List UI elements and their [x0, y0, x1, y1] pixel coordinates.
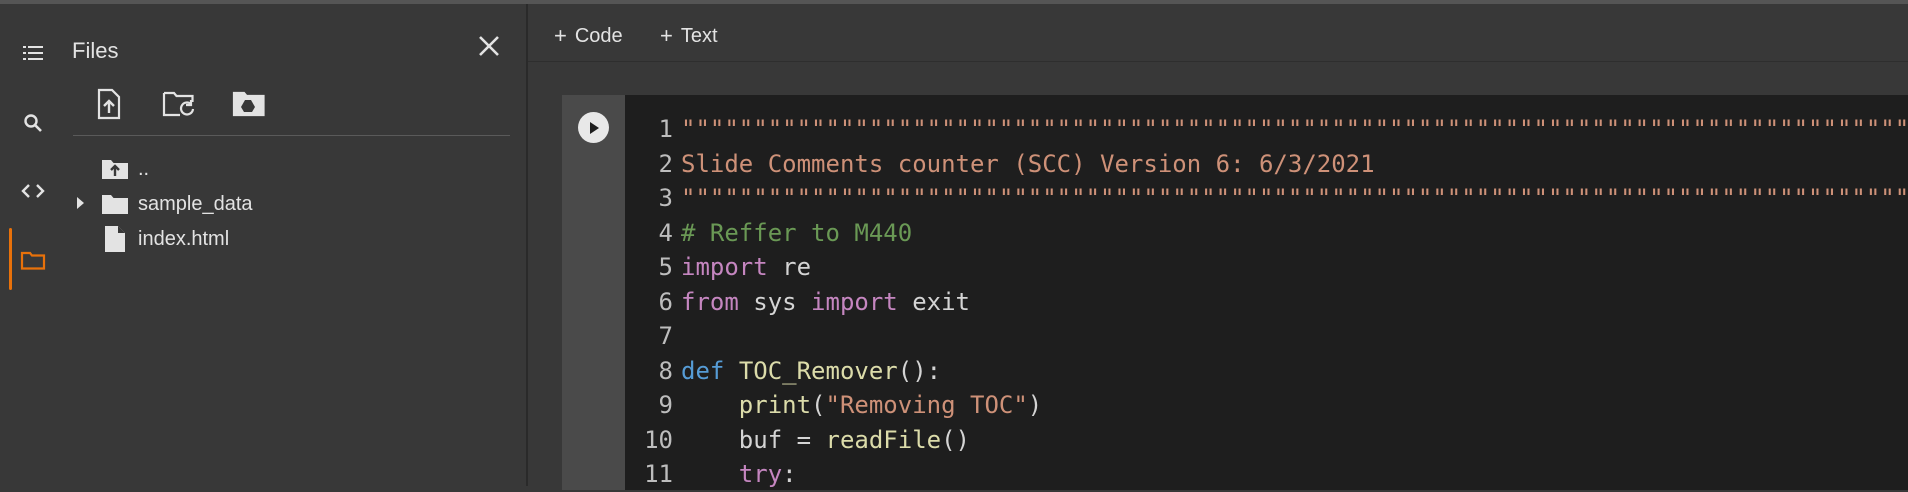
code-text: # Reffer to M440	[681, 219, 912, 247]
expand-caret-icon[interactable]	[73, 196, 87, 210]
code-token: import	[681, 253, 768, 282]
table-of-contents-icon[interactable]	[10, 30, 55, 75]
code-token: TOC_Remover	[738, 356, 898, 385]
code-token: readFile	[825, 425, 942, 454]
folder-icon	[100, 193, 130, 215]
list-item-label: ..	[138, 157, 150, 180]
code-token: try	[738, 460, 783, 489]
code-text: buf = readFile()	[681, 426, 970, 454]
code-token: """"""""""""""""""""""""""""""""""""""""…	[681, 184, 1908, 213]
cell-gutter	[562, 95, 625, 490]
file-icon	[100, 225, 130, 253]
code-text: print("Removing TOC")	[681, 391, 1042, 419]
code-token: print	[738, 391, 812, 420]
code-token: buf =	[681, 425, 826, 454]
add-text-label: Text	[680, 24, 718, 47]
code-text: from sys import exit	[681, 288, 970, 316]
line-number: 1	[658, 115, 673, 144]
code-line[interactable]: 5 import re	[625, 250, 1908, 285]
code-line[interactable]: 1 """""""""""""""""""""""""""""""""""""""…	[625, 112, 1908, 147]
code-text: import re	[681, 253, 811, 281]
code-text: Slide Comments counter (SCC) Version 6: …	[681, 150, 1375, 178]
code-token: )	[1027, 391, 1043, 420]
files-toolbar-divider	[73, 135, 510, 136]
code-line[interactable]: 9 print("Removing TOC")	[625, 388, 1908, 423]
code-token: ():	[897, 356, 942, 385]
code-token: from	[681, 287, 739, 316]
line-number: 4	[658, 218, 673, 247]
line-number: 10	[644, 425, 673, 454]
left-rail	[0, 4, 63, 486]
list-item-label: index.html	[138, 227, 230, 250]
files-panel-title: Files	[72, 38, 119, 63]
code-line[interactable]: 6 from sys import exit	[625, 285, 1908, 320]
code-token: ()	[941, 425, 970, 454]
list-item[interactable]: index.html	[100, 224, 229, 254]
code-token: def	[681, 356, 725, 385]
code-line[interactable]: 4 # Reffer to M440	[625, 216, 1908, 251]
code-line[interactable]: 3 """""""""""""""""""""""""""""""""""""""…	[625, 181, 1908, 216]
code-text: """"""""""""""""""""""""""""""""""""""""…	[681, 115, 1908, 143]
code-token: # Reffer to M440	[681, 218, 913, 247]
code-editor[interactable]: 1 """""""""""""""""""""""""""""""""""""""…	[625, 112, 1908, 492]
folder-icon[interactable]	[10, 237, 55, 282]
toolbar-divider	[528, 61, 1908, 62]
line-number: 11	[644, 460, 673, 489]
close-icon[interactable]	[471, 28, 507, 64]
run-cell-button[interactable]	[578, 112, 609, 143]
code-line[interactable]: 8 def TOC_Remover():	[625, 354, 1908, 389]
play-icon	[589, 121, 599, 134]
files-panel: Files .. sample_data index.html	[63, 4, 526, 486]
line-number: 3	[658, 184, 673, 213]
search-icon[interactable]	[10, 100, 55, 145]
code-snippets-icon[interactable]	[10, 168, 55, 213]
code-token: exit	[897, 287, 970, 316]
list-item[interactable]: ..	[100, 154, 149, 184]
list-item-label: sample_data	[138, 192, 253, 215]
code-token: (	[811, 391, 826, 420]
code-line[interactable]: 11 try:	[625, 457, 1908, 492]
add-code-label: Code	[574, 24, 623, 47]
code-text: """"""""""""""""""""""""""""""""""""""""…	[681, 184, 1908, 212]
code-token: Slide Comments counter (SCC) Version 6: …	[681, 149, 1375, 178]
code-token: """"""""""""""""""""""""""""""""""""""""…	[681, 115, 1908, 144]
plus-icon: +	[660, 23, 673, 48]
upload-icon[interactable]	[89, 84, 129, 124]
code-line[interactable]: 10 buf = readFile()	[625, 423, 1908, 458]
add-text-button[interactable]: + Text	[660, 18, 718, 54]
line-number: 5	[658, 253, 673, 282]
line-number: 9	[658, 391, 673, 420]
line-number: 6	[658, 287, 673, 316]
folder-up-icon	[100, 158, 130, 180]
notebook-main: + Code + Text 1 """""""""""""""""""""""""…	[528, 4, 1908, 490]
line-number: 8	[658, 356, 673, 385]
list-item[interactable]: sample_data	[100, 189, 253, 219]
code-cell[interactable]: 1 """""""""""""""""""""""""""""""""""""""…	[562, 95, 1908, 490]
line-number: 7	[658, 322, 673, 351]
code-text: try:	[681, 460, 797, 488]
line-number: 2	[658, 149, 673, 178]
refresh-icon[interactable]	[159, 84, 199, 124]
code-token: sys	[738, 287, 812, 316]
code-line[interactable]: 2 Slide Comments counter (SCC) Version 6:…	[625, 147, 1908, 182]
code-text: def TOC_Remover():	[681, 357, 941, 385]
plus-icon: +	[554, 23, 567, 48]
code-token: re	[767, 253, 812, 282]
mount-drive-icon[interactable]	[229, 84, 269, 124]
add-code-button[interactable]: + Code	[554, 18, 623, 54]
code-line[interactable]: 7	[625, 319, 1908, 354]
code-token: :	[782, 460, 797, 489]
code-token: import	[811, 287, 898, 316]
code-token: "Removing TOC"	[825, 391, 1028, 420]
